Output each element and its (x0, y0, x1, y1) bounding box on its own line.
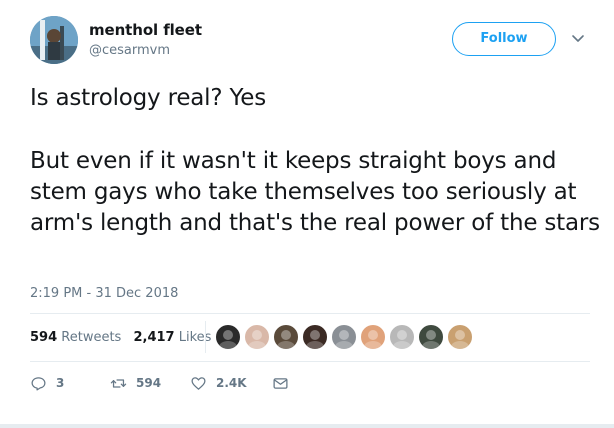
reply-button[interactable]: 3 (30, 372, 64, 394)
liker-avatar[interactable] (388, 323, 416, 351)
display-name[interactable]: menthol fleet (89, 21, 202, 39)
liker-avatar[interactable] (272, 323, 300, 351)
likes-label: Likes (178, 330, 212, 345)
avatar-icon (277, 330, 295, 349)
like-button[interactable]: 2.4K (190, 372, 247, 394)
retweets-count: 594 (30, 330, 58, 345)
heart-icon (191, 376, 206, 390)
avatar-icon (248, 330, 266, 349)
avatar-icon (335, 330, 353, 349)
reply-icon (31, 376, 46, 391)
avatar-icon (306, 330, 324, 349)
stats-separator (205, 321, 206, 353)
liker-avatar[interactable] (301, 323, 329, 351)
avatar-icon (422, 330, 440, 349)
envelope-icon (273, 377, 288, 389)
avatar-icon (219, 330, 237, 349)
tweet-card: menthol fleet @cesarmvm Follow Is astrol… (0, 0, 614, 428)
liker-avatar[interactable] (359, 323, 387, 351)
like-count: 2.4K (216, 376, 247, 390)
direct-message-button[interactable] (272, 372, 298, 394)
retweet-button[interactable]: 594 (110, 372, 161, 394)
reply-count: 3 (56, 376, 65, 390)
avatar-icon (364, 330, 382, 349)
user-avatar[interactable] (30, 16, 78, 64)
divider (30, 313, 590, 314)
retweet-icon (110, 378, 127, 388)
liker-avatar[interactable] (330, 323, 358, 351)
user-handle[interactable]: @cesarmvm (89, 43, 170, 58)
tweet-text-paragraph-2: But even if it wasn't it keeps straight … (30, 148, 600, 236)
likes-count: 2,417 (133, 330, 175, 345)
tweet-timestamp[interactable]: 2:19 PM - 31 Dec 2018 (30, 286, 178, 301)
avatar-icon (451, 330, 469, 349)
engagement-stats: 594 Retweets 2,417 Likes (30, 330, 219, 345)
tweet-actions: 3 594 2.4K (30, 372, 330, 394)
avatar-image (30, 16, 78, 64)
likes-stat[interactable]: 2,417 Likes (133, 330, 211, 345)
follow-button[interactable]: Follow (452, 22, 556, 56)
avatar-icon (393, 330, 411, 349)
retweet-count: 594 (136, 376, 162, 390)
liker-avatar[interactable] (446, 323, 474, 351)
card-bottom-border (0, 424, 614, 428)
retweets-stat[interactable]: 594 Retweets (30, 330, 121, 345)
liker-avatar[interactable] (243, 323, 271, 351)
retweets-label: Retweets (61, 330, 122, 345)
liker-avatar[interactable] (417, 323, 445, 351)
liker-avatar[interactable] (214, 323, 242, 351)
chevron-down-icon[interactable] (570, 30, 586, 46)
tweet-text-paragraph-1: Is astrology real? Yes (30, 85, 267, 111)
likers-avatars (214, 323, 484, 351)
divider (30, 361, 590, 362)
